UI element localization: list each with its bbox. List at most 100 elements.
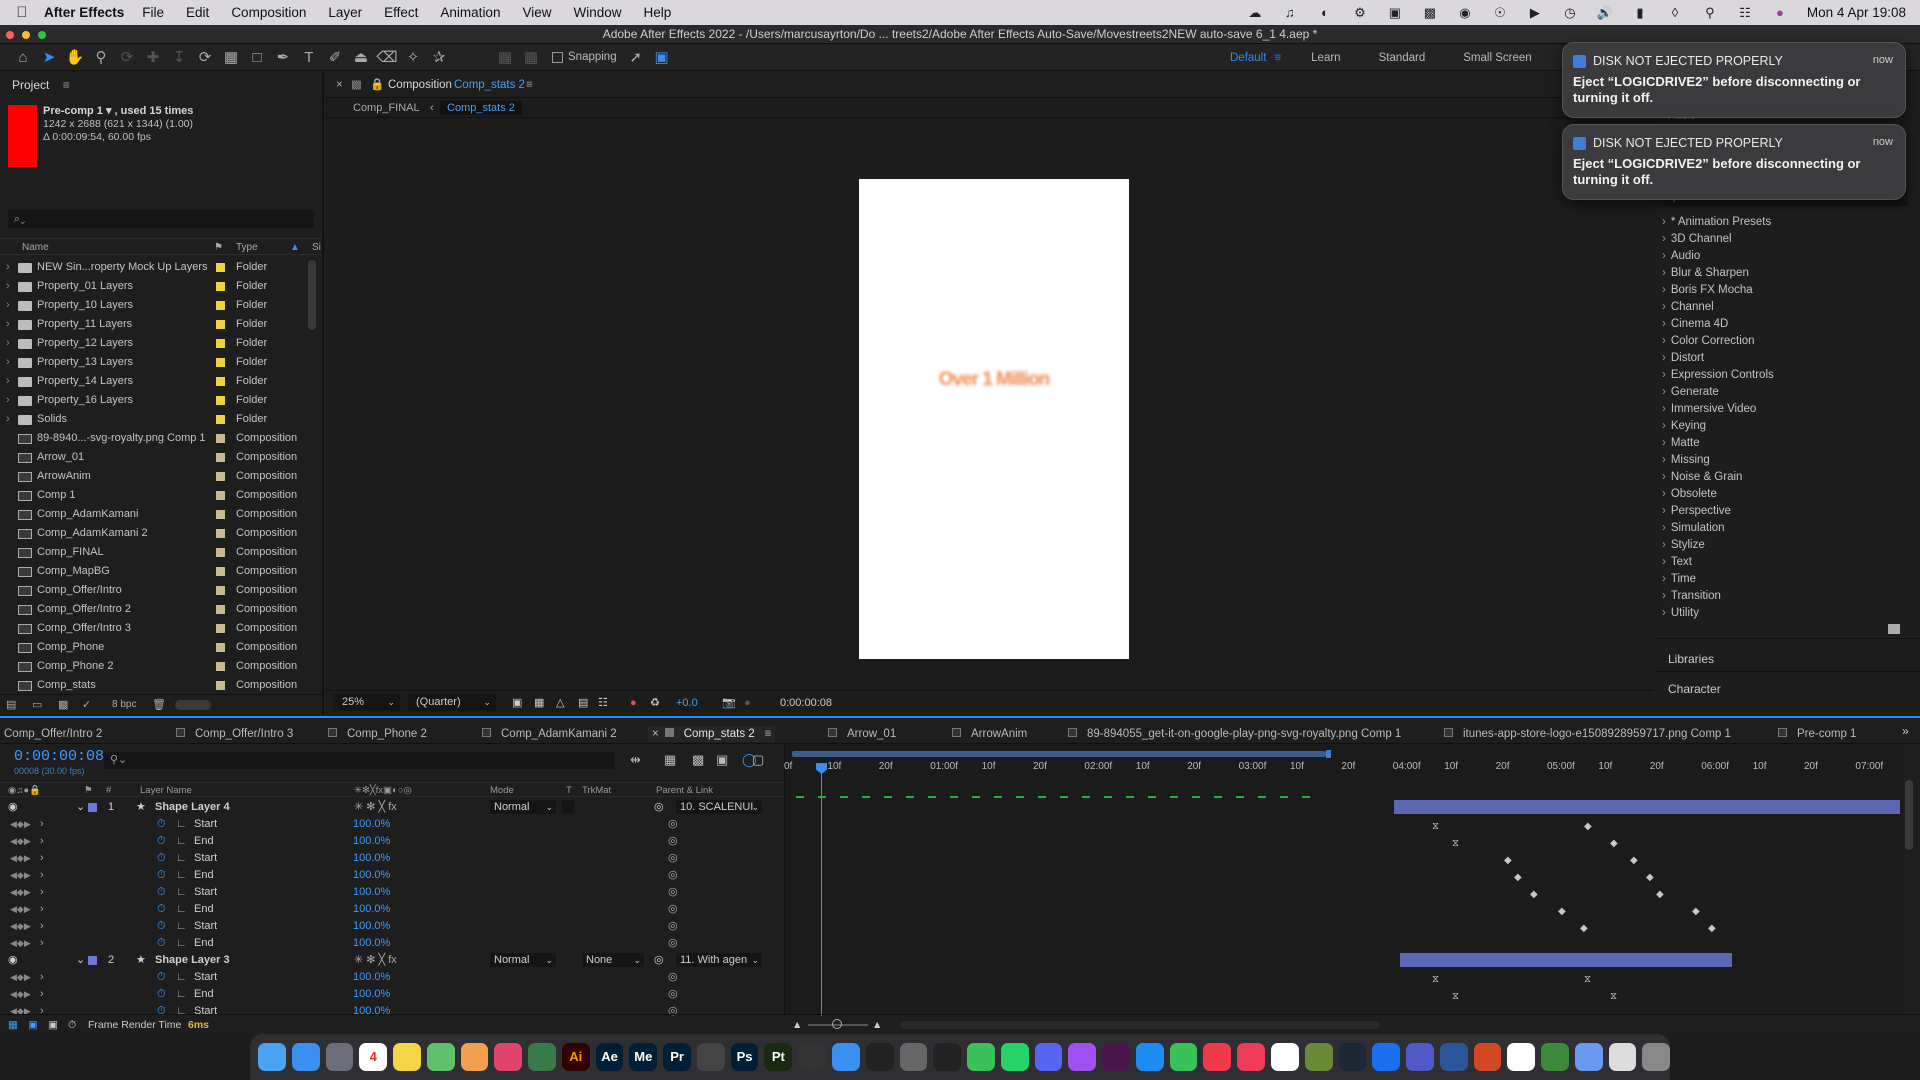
expand-chevron-icon[interactable]: ›: [40, 918, 44, 935]
chevron-right-icon[interactable]: ›: [1662, 216, 1666, 228]
zoom-in-icon[interactable]: ▲: [872, 1015, 882, 1035]
dock-app-cinema-icon[interactable]: Cinema: [798, 1043, 827, 1071]
expression-pickwhip-icon[interactable]: ◎: [668, 884, 678, 901]
resolution-select[interactable]: (Quarter) ⌄: [408, 694, 496, 711]
chevron-right-icon[interactable]: ›: [1662, 335, 1666, 347]
dock-app-me-icon[interactable]: Me: [629, 1043, 658, 1071]
effect-category[interactable]: › Immersive Video: [1662, 401, 1756, 418]
expression-pickwhip-icon[interactable]: ◎: [668, 867, 678, 884]
effect-category[interactable]: › * Animation Presets: [1662, 214, 1771, 231]
chevron-right-icon[interactable]: ›: [1662, 267, 1666, 279]
exposure-value[interactable]: +0.0: [676, 691, 698, 715]
col-mode[interactable]: Mode: [490, 783, 514, 798]
keyframe-icon[interactable]: ◆: [1514, 873, 1522, 883]
label-color-swatch[interactable]: [216, 339, 225, 348]
effect-category[interactable]: › Generate: [1662, 384, 1719, 401]
keyframe-nav-icon[interactable]: ◀◆▶: [10, 986, 31, 1003]
property-row[interactable]: ◀◆▶ › ⏱ ∟ End 100.0% ◎: [0, 901, 784, 918]
roto-brush-tool-icon[interactable]: ✧: [400, 48, 426, 66]
dolly-tool-icon[interactable]: ↧: [166, 48, 192, 66]
brush-tool-icon[interactable]: ✐: [322, 48, 348, 66]
libraries-panel-tab[interactable]: Libraries: [1668, 652, 1714, 666]
expand-chevron-icon[interactable]: ›: [6, 258, 14, 277]
work-area-bar[interactable]: [792, 751, 1326, 757]
parent-select[interactable]: 10. SCALENUI ⌄: [676, 800, 762, 814]
keyframe-icon[interactable]: ◆: [1692, 907, 1700, 917]
trkmat-select[interactable]: None ⌄: [582, 953, 644, 967]
project-item[interactable]: Comp_Offer/Intro 3 Composition: [0, 619, 322, 638]
col-name[interactable]: Name: [22, 239, 49, 256]
comp-panel-menu-icon[interactable]: ≡: [526, 72, 533, 98]
dock-app-powerpoint-icon[interactable]: PowerPoint: [1473, 1043, 1502, 1071]
menu-window[interactable]: Window: [574, 5, 622, 20]
pickwhip-icon[interactable]: ◎: [654, 952, 664, 969]
timeline-tab[interactable]: Arrow_01: [828, 726, 896, 742]
label-color-swatch[interactable]: [216, 586, 225, 595]
tab-menu-icon[interactable]: ≡: [765, 728, 772, 740]
drive-icon[interactable]: ▣: [1387, 5, 1403, 20]
col-t[interactable]: T: [566, 783, 572, 798]
project-search-input[interactable]: ⌕⌄: [8, 210, 314, 228]
stopwatch-icon[interactable]: ⏱: [157, 969, 166, 986]
label-color-swatch[interactable]: [216, 491, 225, 500]
dock-app-facetime-icon[interactable]: FaceTime: [1169, 1043, 1198, 1071]
timeline-tabs-overflow-icon[interactable]: »: [1902, 724, 1909, 738]
interpret-footage-icon[interactable]: ▤: [6, 695, 16, 715]
chevron-right-icon[interactable]: ›: [1662, 420, 1666, 432]
layer-switches-icon[interactable]: ✳ ✻ ╳ fx: [354, 799, 397, 816]
keyframe-nav-icon[interactable]: ◀◆▶: [10, 867, 31, 884]
dock-app-word-icon[interactable]: Word: [1439, 1043, 1468, 1071]
property-row[interactable]: ◀◆▶ › ⏱ ∟ End 100.0% ◎: [0, 986, 784, 1003]
chevron-right-icon[interactable]: ›: [1662, 369, 1666, 381]
status-circle-icon[interactable]: ◐: [1317, 5, 1333, 20]
label-color-swatch[interactable]: [216, 605, 225, 614]
menu-edit[interactable]: Edit: [186, 5, 209, 20]
snapping-box-icon[interactable]: [552, 51, 563, 63]
dock-app-unity-icon[interactable]: Unity: [933, 1043, 962, 1071]
clone-stamp-tool-icon[interactable]: ⏏: [348, 48, 374, 66]
bpc-label[interactable]: 8 bpc: [112, 695, 136, 715]
collapse-chevron-icon[interactable]: ⌄: [76, 799, 85, 816]
time-machine-icon[interactable]: ◷: [1562, 5, 1578, 20]
dock-app-steam-icon[interactable]: Steam: [1338, 1043, 1367, 1071]
stopwatch-icon[interactable]: ⏱: [157, 816, 166, 833]
label-col-icon[interactable]: ⚑: [84, 783, 93, 798]
project-scrollbar[interactable]: [308, 260, 316, 330]
dock-app-mocha-icon[interactable]: Mocha: [528, 1043, 556, 1071]
timeline-tab[interactable]: Comp_Phone 2: [328, 726, 427, 742]
effect-category[interactable]: › Transition: [1662, 588, 1721, 605]
expression-pickwhip-icon[interactable]: ◎: [668, 816, 678, 833]
label-color-swatch[interactable]: [216, 529, 225, 538]
expand-chevron-icon[interactable]: ›: [40, 884, 44, 901]
timeline-tab[interactable]: ArrowAnim: [952, 726, 1027, 742]
chevron-right-icon[interactable]: ›: [1662, 318, 1666, 330]
expand-chevron-icon[interactable]: ›: [40, 986, 44, 1003]
label-color-swatch[interactable]: [216, 396, 225, 405]
app-menu[interactable]: After Effects: [44, 5, 124, 20]
effect-category[interactable]: › Perspective: [1662, 503, 1731, 520]
project-item[interactable]: › Property_12 Layers Folder: [0, 334, 322, 353]
expand-chevron-icon[interactable]: ›: [6, 315, 14, 334]
dock-app-mail-icon[interactable]: Mail: [291, 1043, 320, 1071]
effect-category[interactable]: › Text: [1662, 554, 1692, 571]
collapse-chevron-icon[interactable]: ⌄: [76, 952, 85, 969]
effect-category[interactable]: › Missing: [1662, 452, 1710, 469]
frame-blending-icon[interactable]: ▣: [716, 752, 728, 768]
menubar-clock[interactable]: Mon 4 Apr 19:08: [1807, 5, 1906, 20]
expand-switches-icon[interactable]: ▣: [28, 1015, 38, 1035]
property-value[interactable]: 100.0%: [353, 867, 390, 884]
timeline-tab[interactable]: itunes-app-store-logo-e1508928959717.png…: [1444, 726, 1731, 742]
comp-panel-label[interactable]: Composition: [388, 72, 452, 98]
dock-app-messages-icon[interactable]: Messages: [967, 1043, 995, 1071]
in-out-icon[interactable]: ▣: [48, 1015, 58, 1035]
dock-app-news-icon[interactable]: News: [1203, 1043, 1232, 1071]
grid-icon[interactable]: ☷: [598, 691, 608, 715]
timeline-tab[interactable]: Pre-comp 1: [1778, 726, 1856, 742]
effect-category[interactable]: › Distort: [1662, 350, 1704, 367]
dock-app-photos-icon[interactable]: Photos: [460, 1043, 489, 1071]
effect-category[interactable]: › Simulation: [1662, 520, 1725, 537]
dock-app-finder-icon[interactable]: Finder: [258, 1043, 286, 1071]
panel-menu-icon[interactable]: ≡: [63, 78, 70, 92]
timeline-tab[interactable]: Comp_Offer/Intro 2: [4, 726, 102, 742]
project-item[interactable]: ArrowAnim Composition: [0, 467, 322, 486]
